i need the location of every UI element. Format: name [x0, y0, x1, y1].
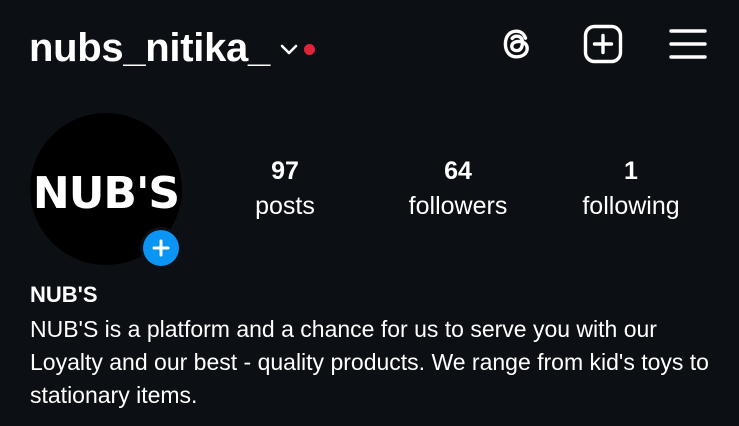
- chevron-down-icon: [280, 41, 298, 59]
- threads-button[interactable]: [497, 26, 537, 66]
- profile-header: nubs_nitika_: [0, 0, 739, 96]
- posts-count[interactable]: 97 posts: [210, 154, 360, 223]
- following-number: 1: [624, 157, 638, 185]
- followers-number: 64: [444, 157, 472, 185]
- following-label: following: [582, 192, 680, 220]
- account-switcher[interactable]: nubs_nitika_: [29, 22, 315, 74]
- bio-text: NUB'S is a platform and a chance for us …: [30, 316, 709, 408]
- username: nubs_nitika_: [29, 26, 270, 70]
- svg-text:NUB'S: NUB'S: [33, 168, 179, 219]
- create-post-button[interactable]: [583, 24, 623, 69]
- posts-number: 97: [271, 157, 299, 185]
- followers-label: followers: [408, 192, 508, 220]
- hamburger-menu-icon: [668, 27, 708, 66]
- plus-icon: [143, 230, 179, 266]
- add-story-button[interactable]: [140, 227, 182, 269]
- notification-dot: [303, 43, 315, 55]
- plus-square-icon: [583, 24, 623, 69]
- profile-page: nubs_nitika_ NUB'S 97 posts 64 followers…: [0, 0, 739, 426]
- posts-label: posts: [255, 192, 315, 220]
- display-name: NUB'S: [30, 282, 98, 307]
- threads-icon: [498, 25, 536, 68]
- menu-button[interactable]: [668, 26, 708, 66]
- followers-count[interactable]: 64 followers: [383, 154, 533, 223]
- following-count[interactable]: 1 following: [556, 154, 706, 223]
